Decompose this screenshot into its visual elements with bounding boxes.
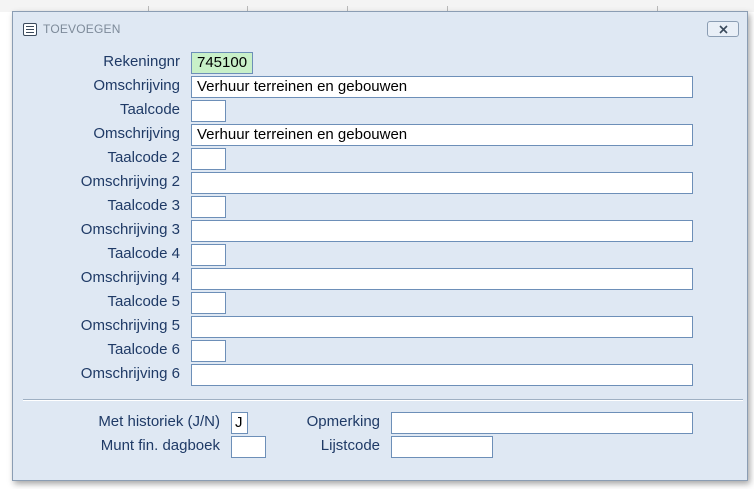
opmerking-field[interactable] (391, 412, 693, 434)
taalcode-4-label: Taalcode 4 (107, 245, 180, 262)
omschrijving-6-label: Omschrijving 6 (80, 365, 180, 382)
omschrijving-2-field[interactable] (191, 172, 693, 194)
omschrijving-3-field[interactable] (191, 220, 693, 242)
omschrijving-6-field[interactable] (191, 364, 693, 386)
omschrijving-5-field[interactable] (191, 316, 693, 338)
section-divider (23, 399, 743, 401)
close-button[interactable] (707, 21, 739, 37)
taalcode-3-label: Taalcode 3 (107, 197, 180, 214)
omschrijving-4-label: Omschrijving 4 (80, 269, 180, 286)
taalcode-label: Taalcode (119, 101, 180, 118)
taalcode-4-field[interactable] (191, 244, 226, 266)
close-icon (719, 25, 728, 34)
rekeningnr-label: Rekeningnr (103, 53, 180, 70)
omschrijving-label-2nd: Omschrijving (93, 125, 180, 142)
taalcode-field[interactable] (191, 100, 226, 122)
taalcode-6-field[interactable] (191, 340, 226, 362)
omschrijving-label: Omschrijving (93, 77, 180, 94)
lijstcode-field[interactable] (391, 436, 493, 458)
taalcode-2-field[interactable] (191, 148, 226, 170)
toevoegen-dialog: TOEVOEGEN Rekeningnr 745100 Omschrijving… (12, 11, 748, 481)
taalcode-6-label: Taalcode 6 (107, 341, 180, 358)
omschrijving-field-2nd[interactable]: Verhuur terreinen en gebouwen (191, 124, 693, 146)
lijstcode-label: Lijstcode (320, 437, 380, 454)
title-bar: TOEVOEGEN (13, 12, 747, 46)
omschrijving-2-label: Omschrijving 2 (80, 173, 180, 190)
rekeningnr-field[interactable]: 745100 (191, 52, 253, 74)
munt-fin-dagboek-label: Munt fin. dagboek (100, 437, 220, 454)
form-icon[interactable] (23, 23, 37, 36)
taalcode-5-label: Taalcode 5 (107, 293, 180, 310)
opmerking-label: Opmerking (306, 413, 380, 430)
omschrijving-4-field[interactable] (191, 268, 693, 290)
taalcode-3-field[interactable] (191, 196, 226, 218)
munt-fin-dagboek-field[interactable] (231, 436, 266, 458)
omschrijving-3-label: Omschrijving 3 (80, 221, 180, 238)
omschrijving-field[interactable]: Verhuur terreinen en gebouwen (191, 76, 693, 98)
met-historiek-label: Met historiek (J/N) (98, 413, 220, 430)
window-title: TOEVOEGEN (43, 22, 121, 36)
omschrijving-5-label: Omschrijving 5 (80, 317, 180, 334)
taalcode-2-label: Taalcode 2 (107, 149, 180, 166)
met-historiek-field[interactable]: J (231, 412, 248, 434)
taalcode-5-field[interactable] (191, 292, 226, 314)
